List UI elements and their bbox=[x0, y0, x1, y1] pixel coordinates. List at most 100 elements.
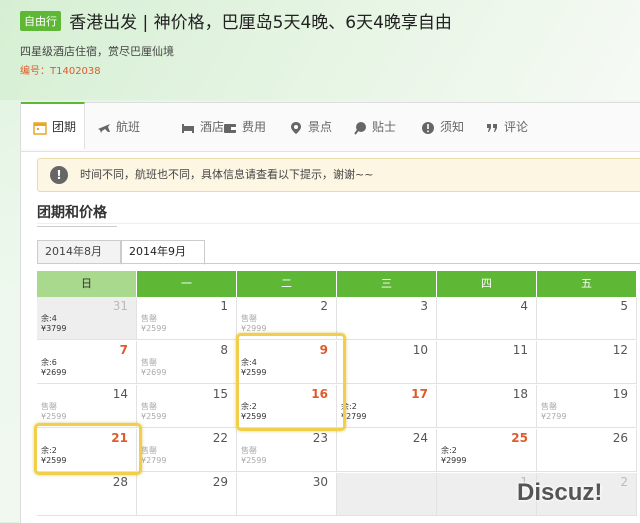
page-subtitle: 四星级酒店住宿，赏尽巴厘仙境 bbox=[20, 45, 174, 58]
calendar-day[interactable]: 7 余:6 ¥2699 bbox=[37, 341, 137, 384]
calendar-day[interactable]: 17 余:2 ¥2799 bbox=[337, 385, 437, 428]
day-number: 26 bbox=[612, 431, 628, 445]
calendar-day: 26 bbox=[537, 429, 637, 472]
seat-status: 余:2 bbox=[441, 446, 457, 455]
day-number: 29 bbox=[212, 475, 228, 489]
comment-icon bbox=[487, 123, 497, 132]
calendar-day[interactable]: 31 余:4 ¥3799 bbox=[37, 297, 137, 340]
calendar-day: 22 售罄 ¥2799 bbox=[137, 429, 237, 472]
calendar-day: 19 售罄 ¥2799 bbox=[537, 385, 637, 428]
warning-icon bbox=[422, 121, 434, 134]
wallet-icon bbox=[224, 123, 236, 133]
day-number: 17 bbox=[411, 387, 428, 401]
calendar-day: 24 bbox=[337, 429, 437, 472]
weekday-header: 日 bbox=[37, 271, 136, 297]
seat-status: 售罄 bbox=[141, 402, 157, 411]
category-tag: 自由行 bbox=[20, 10, 61, 31]
price: ¥2999 bbox=[241, 324, 267, 333]
pin-icon bbox=[291, 121, 301, 134]
tab-label: 须知 bbox=[440, 120, 465, 134]
price: ¥2599 bbox=[141, 324, 167, 333]
price: ¥2999 bbox=[441, 456, 467, 465]
seat-status: 售罄 bbox=[241, 446, 257, 455]
tab-label: 团期 bbox=[52, 120, 77, 134]
calendar-day: 15 售罄 ¥2599 bbox=[137, 385, 237, 428]
day-number: 18 bbox=[512, 387, 528, 401]
weekday-header: 五 bbox=[537, 271, 636, 297]
tip-icon bbox=[354, 121, 366, 135]
calendar-day: 3 bbox=[337, 297, 437, 340]
day-number: 15 bbox=[212, 387, 228, 401]
tab-label: 酒店 bbox=[200, 120, 225, 134]
product-code: 编号：T1402038 bbox=[20, 66, 101, 77]
month-tab-aug[interactable]: 2014年8月 bbox=[37, 240, 121, 264]
tab-flight[interactable]: 航班 bbox=[97, 103, 140, 151]
highlight-box bbox=[34, 423, 142, 475]
section-divider bbox=[37, 223, 640, 224]
month-tabs-baseline bbox=[37, 263, 640, 264]
price: ¥3799 bbox=[41, 324, 67, 333]
tab-comments[interactable]: 评论 bbox=[485, 103, 528, 151]
plane-icon bbox=[98, 123, 110, 133]
tab-cost[interactable]: 费用 bbox=[223, 103, 266, 151]
day-number: 8 bbox=[220, 343, 228, 357]
calendar-day: 18 bbox=[437, 385, 537, 428]
day-number: 24 bbox=[412, 431, 428, 445]
detail-panel: 团期 航班 酒店 费用 景点 贴士 须知 评论 ! 时间不同，航班也不同，具体信… bbox=[20, 102, 640, 523]
notice-text: 时间不同，航班也不同，具体信息请查看以下提示，谢谢~~ bbox=[80, 168, 374, 181]
day-number: 10 bbox=[412, 343, 428, 357]
day-number: 25 bbox=[511, 431, 528, 445]
seat-status: 售罄 bbox=[141, 446, 157, 455]
day-number: 5 bbox=[620, 299, 628, 313]
price: ¥2799 bbox=[141, 456, 167, 465]
day-number: 7 bbox=[119, 343, 128, 357]
calendar-day: 30 bbox=[237, 473, 337, 516]
seat-status: 余:4 bbox=[41, 314, 57, 323]
tab-hotel[interactable]: 酒店 bbox=[181, 103, 224, 151]
weekday-header: 四 bbox=[437, 271, 536, 297]
seat-status: 售罄 bbox=[241, 314, 257, 323]
calendar-icon bbox=[33, 121, 47, 135]
tab-label: 费用 bbox=[242, 120, 267, 134]
calendar-day: 29 bbox=[137, 473, 237, 516]
day-number: 4 bbox=[520, 299, 528, 313]
day-number: 3 bbox=[420, 299, 428, 313]
day-number: 1 bbox=[220, 299, 228, 313]
bed-icon bbox=[182, 123, 194, 133]
price: ¥2599 bbox=[241, 456, 267, 465]
seat-status: 售罄 bbox=[141, 314, 157, 323]
seat-status: 售罄 bbox=[41, 402, 57, 411]
calendar-day: 5 bbox=[537, 297, 637, 340]
highlight-box bbox=[236, 333, 346, 431]
tab-bar: 团期 航班 酒店 费用 景点 贴士 须知 评论 bbox=[21, 102, 640, 152]
calendar-day: 23 售罄 ¥2599 bbox=[237, 429, 337, 472]
day-number: 19 bbox=[612, 387, 628, 401]
day-number: 30 bbox=[312, 475, 328, 489]
seat-status: 余:6 bbox=[41, 358, 57, 367]
tab-label: 贴士 bbox=[372, 120, 397, 134]
day-number: 2 bbox=[620, 475, 628, 489]
tab-label: 航班 bbox=[116, 120, 141, 134]
calendar-day bbox=[337, 473, 437, 516]
seat-status: 售罄 bbox=[141, 358, 157, 367]
day-number: 12 bbox=[612, 343, 628, 357]
calendar-day[interactable]: 25 余:2 ¥2999 bbox=[437, 429, 537, 472]
day-number: 23 bbox=[312, 431, 328, 445]
price: ¥2599 bbox=[41, 412, 67, 421]
tab-notes[interactable]: 须知 bbox=[421, 103, 464, 151]
day-number: 28 bbox=[112, 475, 128, 489]
day-number: 31 bbox=[112, 299, 128, 313]
calendar-day: 8 售罄 ¥2699 bbox=[137, 341, 237, 384]
tab-dates[interactable]: 团期 bbox=[21, 102, 85, 149]
page-title: 香港出发 | 神价格，巴厘岛5天4晚、6天4晚享自由 bbox=[69, 13, 452, 33]
calendar-day: 12 bbox=[537, 341, 637, 384]
notice-box: ! 时间不同，航班也不同，具体信息请查看以下提示，谢谢~~ bbox=[37, 158, 640, 192]
price: ¥2799 bbox=[541, 412, 567, 421]
calendar-day: 4 bbox=[437, 297, 537, 340]
tab-tips[interactable]: 贴士 bbox=[353, 103, 396, 151]
month-tab-sep[interactable]: 2014年9月 bbox=[121, 240, 205, 265]
weekday-header: 二 bbox=[237, 271, 336, 297]
calendar-day: 11 bbox=[437, 341, 537, 384]
calendar-day: 10 bbox=[337, 341, 437, 384]
tab-sights[interactable]: 景点 bbox=[289, 103, 332, 151]
